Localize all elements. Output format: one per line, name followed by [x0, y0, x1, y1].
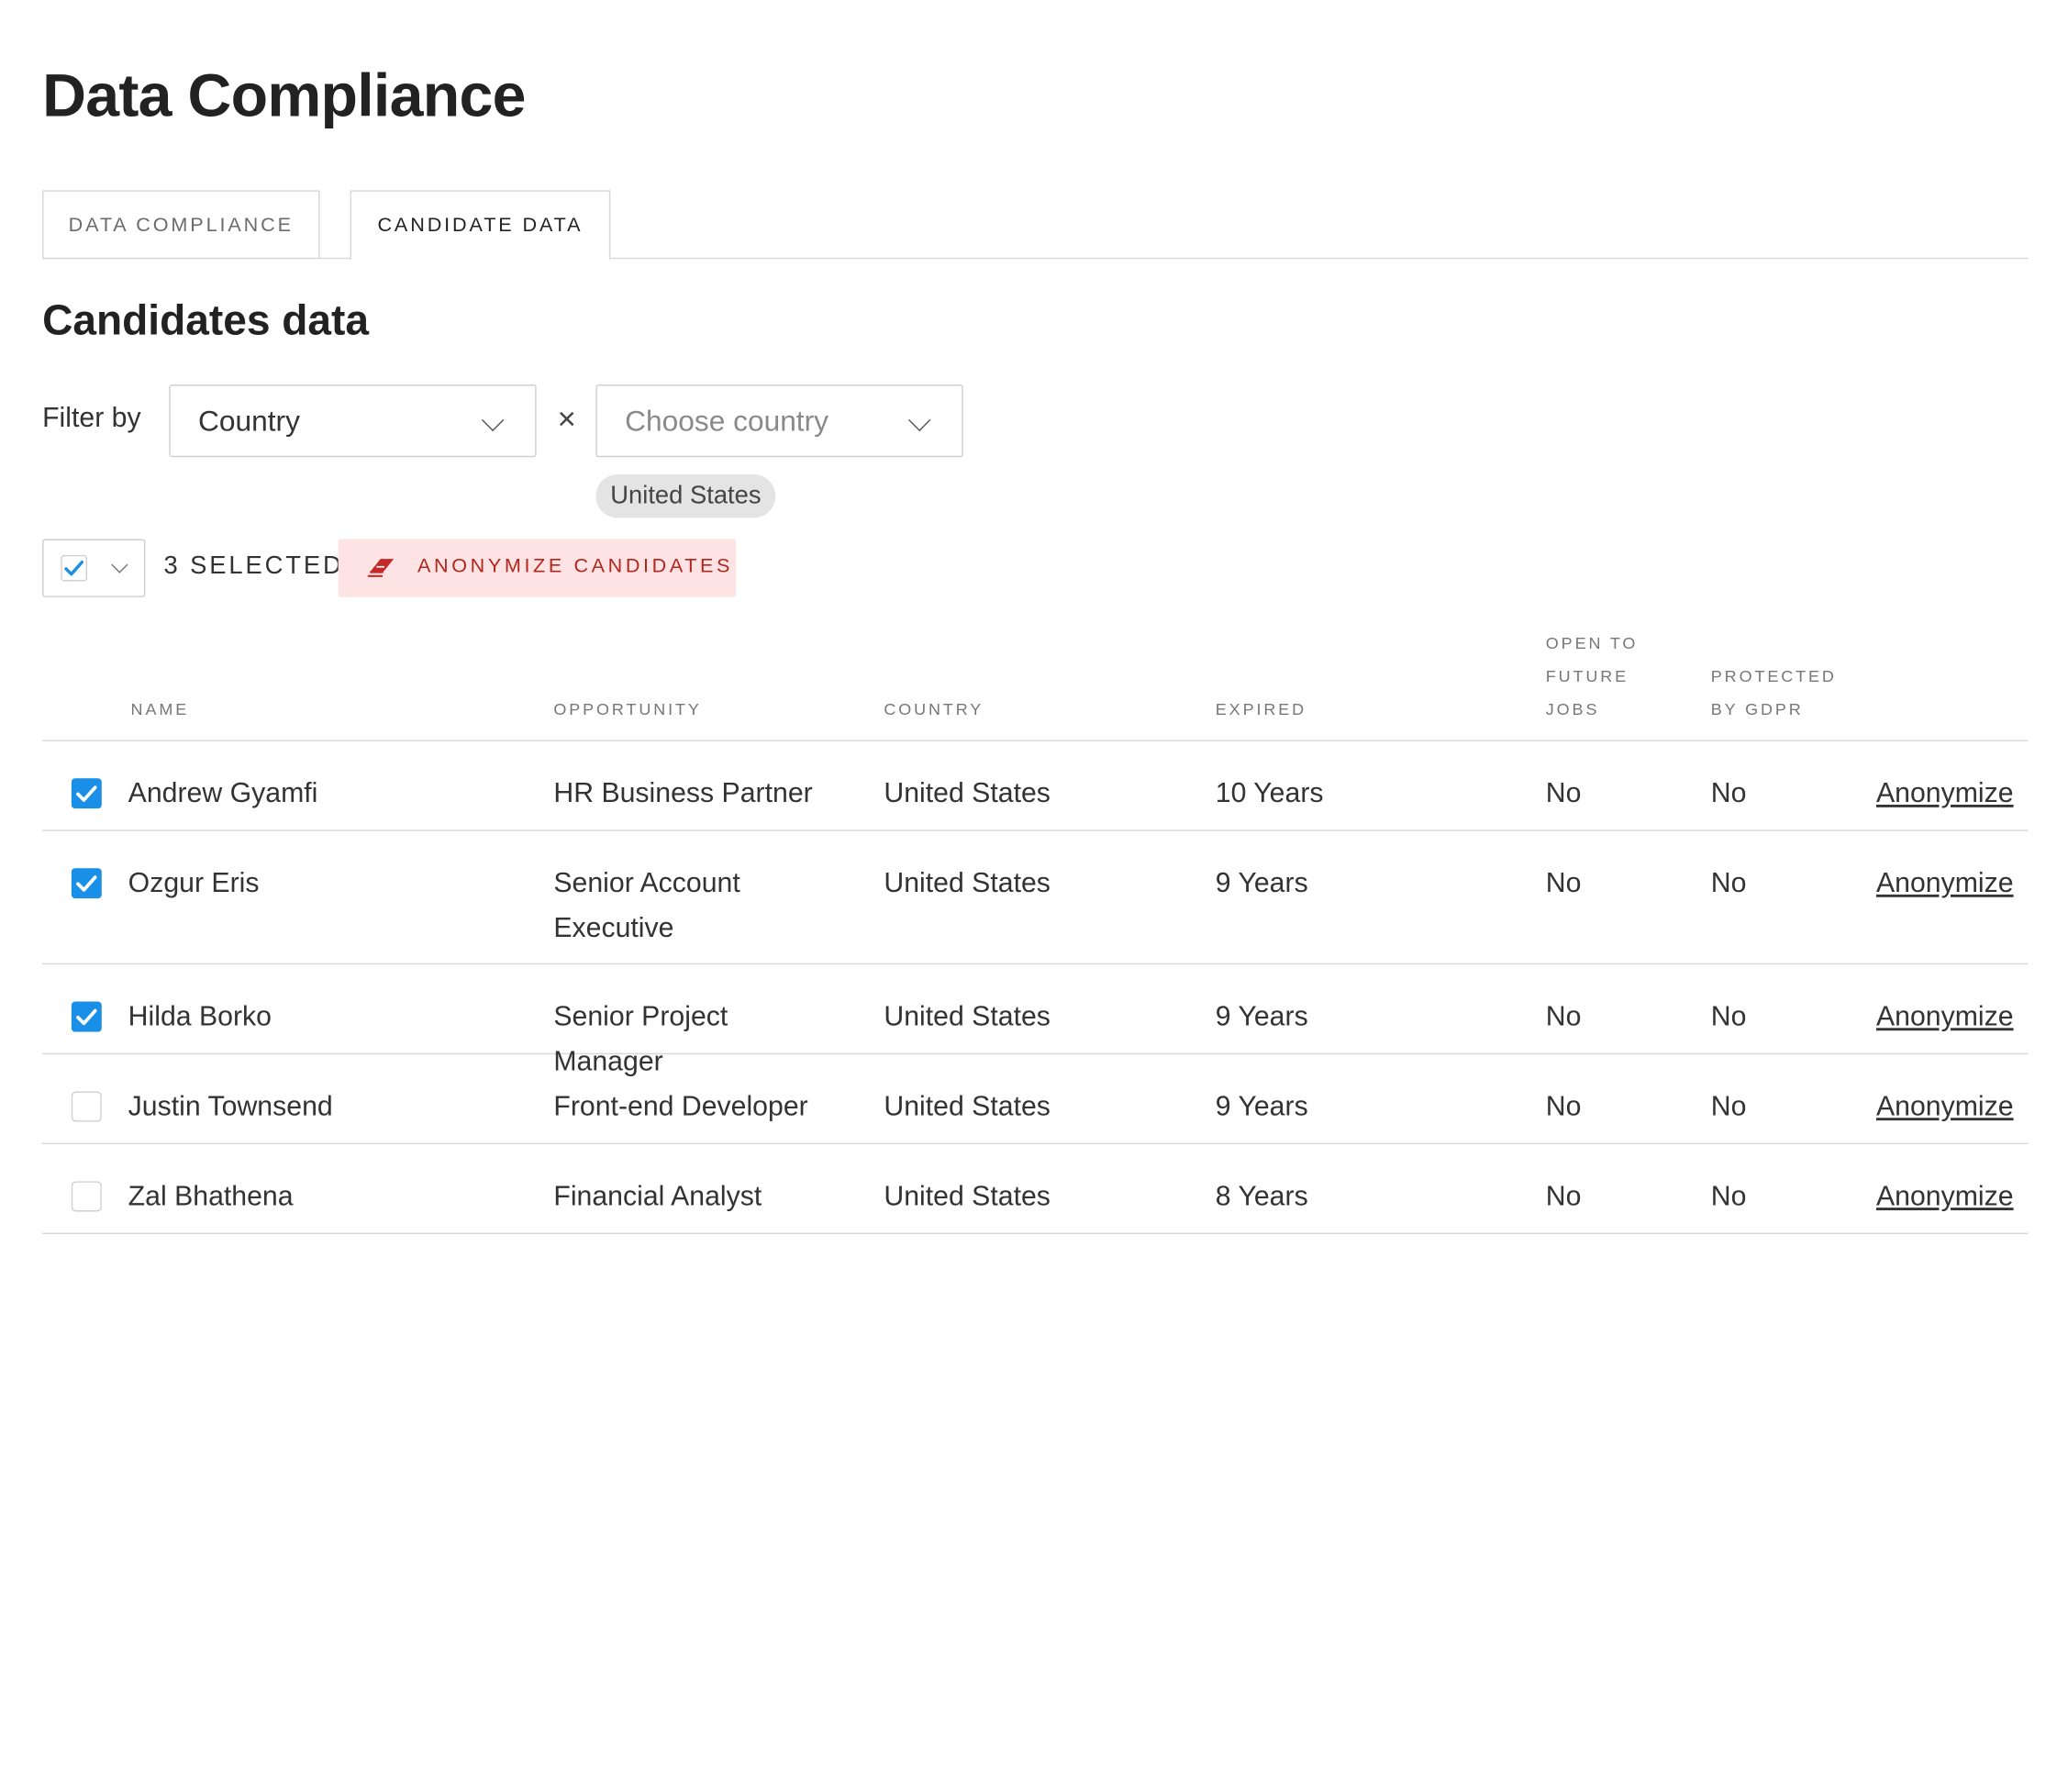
candidate-name: Zal Bhathena — [128, 1181, 294, 1212]
chevron-down-icon — [481, 408, 505, 432]
header-open-to-future-jobs[interactable]: OPEN TO FUTURE JOBS — [1546, 628, 1639, 727]
header-open-line: JOBS — [1545, 700, 1600, 719]
country-select[interactable]: Choose country — [595, 384, 963, 458]
candidate-protected-by-gdpr: No — [1710, 1001, 1747, 1032]
table-header: NAME OPPORTUNITY COUNTRY EXPIRED OPEN TO… — [42, 621, 2029, 741]
candidate-name: Hilda Borko — [128, 1001, 272, 1032]
anonymize-link[interactable]: Anonymize — [1876, 772, 2014, 817]
table-row[interactable]: Zal Bhathena Financial Analyst United Stat… — [42, 1144, 2029, 1234]
header-country[interactable]: COUNTRY — [884, 694, 984, 727]
candidate-open-to-future-jobs: No — [1545, 778, 1582, 809]
header-protected-by-gdpr[interactable]: PROTECTED BY GDPR — [1711, 661, 1837, 727]
candidate-country: United States — [884, 1001, 1051, 1032]
candidate-opportunity: Front-end Developer — [553, 1091, 808, 1122]
anonymize-link[interactable]: Anonymize — [1876, 995, 2014, 1040]
tab-data-compliance[interactable]: DATA COMPLIANCE — [42, 190, 320, 260]
chevron-down-icon — [111, 556, 128, 573]
row-checkbox[interactable] — [71, 1181, 102, 1212]
tab-candidate-data[interactable]: CANDIDATE DATA — [350, 190, 611, 261]
filter-label: Filter by — [42, 403, 141, 434]
candidate-open-to-future-jobs: No — [1545, 1001, 1582, 1032]
table-row[interactable]: Ozgur Eris Senior Account Executive United… — [42, 831, 2029, 965]
clear-filter-button[interactable]: × — [552, 400, 582, 440]
candidate-expired: 8 Years — [1215, 1181, 1308, 1212]
candidate-country: United States — [884, 1091, 1051, 1122]
candidate-expired: 10 Years — [1215, 778, 1324, 809]
candidate-expired: 9 Years — [1215, 868, 1308, 899]
filter-field-select[interactable]: Country — [169, 384, 537, 458]
candidate-protected-by-gdpr: No — [1710, 778, 1747, 809]
header-open-line: FUTURE — [1545, 667, 1629, 686]
candidate-expired: 9 Years — [1215, 1091, 1308, 1122]
candidate-open-to-future-jobs: No — [1545, 868, 1582, 899]
candidate-opportunity: Financial Analyst — [553, 1181, 762, 1212]
page-title: Data Compliance — [42, 61, 526, 130]
header-expired[interactable]: EXPIRED — [1216, 694, 1306, 727]
candidate-name: Andrew Gyamfi — [128, 778, 318, 809]
header-open-line: OPEN TO — [1545, 634, 1639, 653]
anonymize-link[interactable]: Anonymize — [1876, 862, 2014, 907]
table-row[interactable]: Hilda Borko Senior Project Manager United … — [42, 964, 2029, 1077]
country-select-placeholder: Choose country — [625, 403, 829, 437]
candidate-expired: 9 Years — [1215, 1001, 1308, 1032]
anonymize-candidates-label: ANONYMIZE CANDIDATES — [417, 554, 734, 578]
table-row[interactable]: Justin Townsend Front-end Developer United… — [42, 1054, 2029, 1145]
candidate-country: United States — [884, 778, 1051, 809]
row-checkbox[interactable] — [71, 1091, 102, 1122]
candidate-protected-by-gdpr: No — [1710, 1181, 1747, 1212]
header-name[interactable]: NAME — [131, 694, 190, 727]
header-gdpr-line: BY GDPR — [1710, 700, 1804, 719]
table-row[interactable]: Andrew Gyamfi HR Business Partner United S… — [42, 741, 2029, 831]
checkmark-icon — [61, 554, 88, 582]
candidate-country: United States — [884, 1181, 1051, 1212]
filter-field-value: Country — [198, 403, 300, 437]
tab-bar: DATA COMPLIANCE CANDIDATE DATA — [42, 190, 2029, 261]
eraser-icon — [367, 559, 395, 577]
anonymize-link[interactable]: Anonymize — [1876, 1174, 2014, 1219]
header-opportunity[interactable]: OPPORTUNITY — [553, 694, 701, 727]
row-checkbox-checked[interactable] — [71, 868, 102, 899]
row-checkbox-checked[interactable] — [71, 778, 102, 809]
candidate-name: Ozgur Eris — [128, 868, 260, 899]
header-gdpr-line: PROTECTED — [1710, 667, 1837, 686]
candidate-open-to-future-jobs: No — [1545, 1181, 1582, 1212]
candidate-protected-by-gdpr: No — [1710, 1091, 1747, 1122]
candidate-open-to-future-jobs: No — [1545, 1091, 1582, 1122]
bulk-select-dropdown[interactable] — [42, 539, 146, 597]
candidate-opportunity: Senior Account Executive — [553, 868, 740, 944]
country-chip[interactable]: United States — [595, 473, 776, 518]
chevron-down-icon — [908, 408, 931, 432]
candidate-name: Justin Townsend — [128, 1091, 333, 1122]
anonymize-link[interactable]: Anonymize — [1876, 1085, 2014, 1130]
candidates-table: NAME OPPORTUNITY COUNTRY EXPIRED OPEN TO… — [42, 621, 2029, 1234]
anonymize-candidates-button[interactable]: ANONYMIZE CANDIDATES — [338, 539, 737, 597]
candidate-protected-by-gdpr: No — [1710, 868, 1747, 899]
row-checkbox-checked[interactable] — [71, 1001, 102, 1032]
candidate-opportunity: HR Business Partner — [553, 778, 813, 809]
selected-count: 3 SELECTED — [163, 551, 344, 581]
section-title: Candidates data — [42, 295, 370, 344]
candidate-country: United States — [884, 868, 1051, 899]
